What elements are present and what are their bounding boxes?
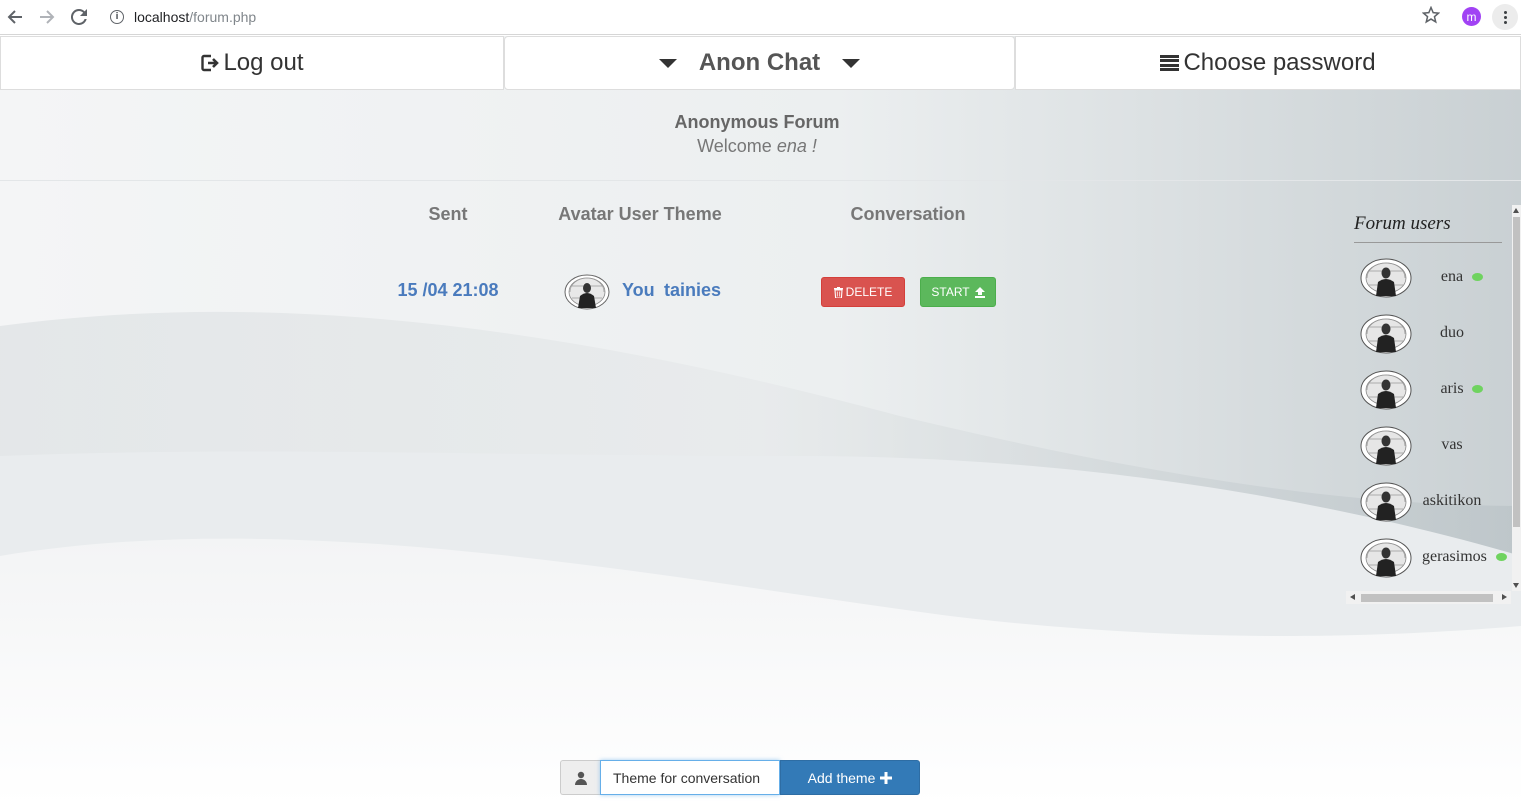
welcome-prefix: Welcome [697, 136, 772, 156]
avatar [1360, 314, 1412, 354]
welcome-username: ena ! [776, 136, 817, 156]
forum-users-divider [1354, 242, 1502, 243]
user-name: vas [1441, 436, 1463, 453]
avatar [1360, 258, 1412, 298]
back-arrow-icon[interactable] [4, 6, 26, 28]
caret-down-icon [658, 58, 677, 68]
avatar [1360, 426, 1412, 466]
divider [0, 180, 1521, 181]
forward-arrow-icon[interactable] [36, 6, 58, 28]
user-list-item[interactable]: askitikon [1360, 482, 1510, 524]
users-horizontal-scrollbar[interactable] [1346, 591, 1511, 604]
browser-menu-icon[interactable] [1492, 4, 1518, 30]
add-theme-label: Add theme [807, 769, 876, 786]
users-vertical-scrollbar[interactable] [1512, 205, 1521, 591]
user-icon [574, 771, 587, 785]
add-theme-button[interactable]: Add theme [780, 760, 920, 795]
avatar [1360, 370, 1412, 410]
reload-icon[interactable] [68, 6, 90, 28]
user-list-item[interactable]: vas [1360, 426, 1510, 468]
logout-label: Log out [223, 49, 304, 76]
row-theme[interactable]: tainies [664, 280, 721, 301]
profile-avatar[interactable]: m [1462, 7, 1481, 26]
address-bar[interactable]: i localhost/forum.php [100, 0, 1493, 34]
user-name: gerasimos [1422, 548, 1487, 565]
row-sent-time: 15 /04 21:08 [397, 280, 499, 300]
brand-label: Anon Chat [698, 49, 821, 76]
avatar [564, 274, 610, 310]
upload-icon [974, 286, 985, 298]
forum-users-title: Forum users [1354, 213, 1451, 234]
choose-password-label: Choose password [1183, 49, 1376, 76]
choose-password-button[interactable]: Choose password [1015, 36, 1521, 90]
theme-input[interactable] [600, 760, 780, 795]
online-status-dot [1472, 385, 1483, 393]
column-header-conversation: Conversation [850, 204, 966, 224]
start-button[interactable]: START [920, 277, 996, 307]
online-status-dot [1496, 553, 1507, 561]
info-icon[interactable]: i [110, 10, 124, 24]
brand-dropdown[interactable]: Anon Chat [504, 36, 1015, 90]
column-header-sent: Sent [428, 204, 468, 224]
url-host: localhost [134, 9, 190, 25]
forum-users-panel: Forum users ena duo aris vas askitikon gerasi… [1346, 205, 1521, 605]
page-title: Anonymous Forum [674, 112, 840, 132]
user-name: duo [1440, 324, 1464, 341]
user-name: askitikon [1422, 492, 1482, 509]
url-path: /forum.php [189, 9, 257, 25]
plus-icon [880, 771, 893, 784]
logout-button[interactable]: Log out [0, 36, 504, 90]
logout-icon [201, 54, 220, 72]
forum-page: Log out Anon Chat Choose password Anonym… [0, 36, 1521, 805]
bookmark-star-icon[interactable] [1421, 5, 1441, 29]
online-status-dot [1472, 273, 1483, 281]
user-list-item[interactable]: duo [1360, 314, 1510, 356]
user-list-item[interactable]: aris [1360, 370, 1510, 412]
user-addon [560, 760, 600, 795]
delete-label: DELETE [845, 285, 893, 299]
welcome-message: Welcome ena ! [557, 136, 957, 157]
start-label: START [931, 285, 970, 299]
trash-icon [833, 286, 843, 298]
caret-down-icon [842, 58, 861, 68]
browser-toolbar: i localhost/forum.php m [0, 0, 1521, 35]
top-navigation: Log out Anon Chat Choose password [0, 36, 1521, 90]
row-user[interactable]: You [622, 280, 655, 301]
user-list-item[interactable]: ena [1360, 258, 1510, 300]
user-list-item[interactable]: gerasimos [1360, 538, 1510, 580]
avatar [1360, 538, 1412, 578]
list-icon [1160, 54, 1180, 72]
delete-button[interactable]: DELETE [821, 277, 905, 307]
column-header-avatar-user-theme: Avatar User Theme [558, 204, 722, 224]
avatar [1360, 482, 1412, 522]
